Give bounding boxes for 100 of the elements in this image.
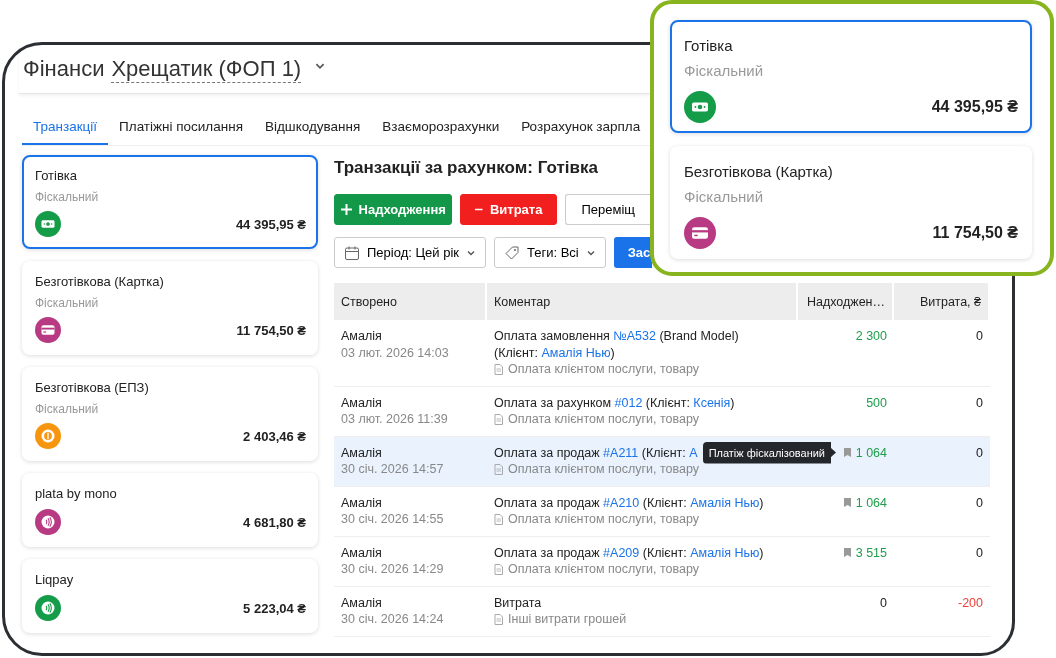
author-name: Амалія [341, 328, 383, 345]
author-name: Амалія [341, 544, 383, 561]
link[interactable]: Ксенія [693, 395, 731, 410]
category-label: Оплата клієнтом послуги, товару [508, 511, 700, 528]
apply-button[interactable]: Зас [613, 237, 653, 268]
link[interactable]: #A210 [603, 495, 640, 510]
account-name: Безготівкова (ЕПЗ) [35, 379, 150, 397]
account-balance: 11 754,50 ₴ [236, 322, 306, 338]
author-name: Амалія [341, 594, 383, 611]
account-subtitle: Фіскальний [35, 295, 100, 311]
column-header[interactable]: Коментар [487, 283, 798, 320]
expense-button[interactable]: Витрата [460, 194, 558, 225]
account-card[interactable]: Безготівкова (Картка) Фіскальний 11 754,50 ₴ [22, 261, 318, 355]
transfer-button[interactable]: Переміщ [565, 194, 650, 225]
expense-amount: 0 [976, 329, 983, 343]
account-card[interactable]: Безготівкова (ЕПЗ) Фіскальний 2 403,46 ₴ [22, 367, 318, 461]
author-name: Амалія [341, 494, 383, 511]
account-balance: 44 395,95 ₴ [235, 216, 306, 232]
account-card[interactable]: Liqpay 5 223,04 ₴ [22, 559, 318, 633]
income-amount: 0 [880, 594, 887, 611]
account-name: Готівка [35, 167, 79, 185]
account-name: plata by mono [35, 485, 118, 503]
created-date: 30 січ. 2026 14:29 [341, 561, 445, 578]
tooltip: Платіж фіскалізований [702, 441, 836, 464]
account-card[interactable]: Готівка Фіскальний 44 395,95 ₴ [670, 20, 1032, 133]
company-selector[interactable]: Хрещатик (ФОП 1) [111, 55, 302, 83]
income-amount: 1 064 [855, 444, 887, 461]
document-icon [494, 613, 503, 625]
document-icon [494, 463, 503, 475]
document-icon [494, 563, 503, 575]
comment-text: Оплата за продаж #A209 (Клієнт: Амалія Нью) [494, 544, 765, 561]
account-subtitle: Фіскальний [684, 61, 765, 81]
page-title: Фінанси [23, 56, 105, 82]
category-label: Інші витрати грошей [508, 611, 627, 628]
table-row[interactable]: Амалія 30 січ. 2026 14:57 Оплата за продаж #A211 (Клієнт: А Оплата клієнтом послуги, товару Платіж фіскалізований 1 064 0 [334, 436, 990, 487]
column-header[interactable]: Витрата, ₴ [894, 283, 990, 320]
table-row[interactable]: Амалія 03 лют. 2026 14:03 Оплата замовлення №A532 (Brand Model) (Клієнт: Амалія Нью) Оплата клієнтом послуги, товару 2 300 0 [334, 320, 990, 387]
tags-filter[interactable]: Теги: Всі [494, 237, 606, 268]
table-row[interactable]: Амалія 03 лют. 2026 11:39 Оплата за рахунком #012 (Клієнт: Ксенія) Оплата клієнтом послуги, товару 500 0 [334, 386, 990, 437]
created-date: 03 лют. 2026 14:03 [341, 344, 450, 361]
column-header[interactable]: Створено [334, 283, 487, 320]
period-filter[interactable]: Період: Цей рік [334, 237, 486, 268]
comment-text: Оплата за продаж #A210 (Клієнт: Амалія Нью) [494, 494, 765, 511]
category-label: Оплата клієнтом послуги, товару [508, 411, 700, 428]
income-amount: 3 515 [855, 544, 887, 561]
expense-amount: 0 [976, 545, 983, 560]
link[interactable]: #012 [614, 395, 643, 410]
author-name: Амалія [341, 444, 383, 461]
account-card[interactable]: plata by mono 4 681,80 ₴ [22, 473, 318, 547]
table-row[interactable]: Амалія 30 січ. 2026 14:24 Витрата Інші витрати грошей 0 -200 [334, 586, 990, 637]
tab[interactable]: Розрахунок зарпла [510, 110, 652, 145]
link[interactable]: №A532 [613, 329, 656, 343]
tag-icon [504, 244, 520, 261]
account-balance: 5 223,04 ₴ [243, 600, 306, 616]
section-heading: Транзакції за рахунком: Готівка [334, 157, 598, 179]
link[interactable]: А [689, 445, 698, 460]
account-name: Готівка [684, 36, 734, 56]
tab[interactable]: Транзакції [22, 110, 109, 145]
account-balance: 2 403,46 ₴ [243, 428, 306, 444]
comment-text: Оплата за рахунком #012 (Клієнт: Ксенія) [494, 394, 736, 411]
document-icon [494, 413, 503, 425]
link[interactable]: Амалія Нью [541, 345, 611, 360]
tab[interactable]: Платіжні посилання [108, 110, 254, 145]
link[interactable]: #A211 [603, 445, 639, 460]
income-amount: 2 300 [855, 328, 887, 345]
document-icon [494, 513, 503, 525]
category-label: Оплата клієнтом послуги, товару [508, 561, 700, 578]
created-date: 03 лют. 2026 11:39 [341, 411, 449, 428]
tab[interactable]: Відшкодування [254, 110, 372, 145]
account-subtitle: Фіскальний [684, 187, 765, 207]
document-icon [494, 363, 503, 375]
expense-amount: 0 [976, 395, 983, 410]
plus-icon [340, 204, 352, 215]
account-name: Liqpay [35, 571, 75, 589]
column-header[interactable]: Надходжен… [798, 283, 894, 320]
income-button[interactable]: Надходження [334, 194, 453, 225]
link[interactable]: #A209 [603, 545, 640, 560]
created-date: 30 січ. 2026 14:55 [341, 511, 445, 528]
calendar-icon [344, 244, 360, 261]
expense-amount: 0 [976, 495, 983, 510]
comment-text: Оплата замовлення №A532 (Brand Model) (Клієнт: Амалія Нью) [494, 328, 740, 361]
category-label: Оплата клієнтом послуги, товару [508, 361, 700, 378]
created-date: 30 січ. 2026 14:24 [341, 611, 445, 628]
table-row[interactable]: Амалія 30 січ. 2026 14:29 Оплата за продаж #A209 (Клієнт: Амалія Нью) Оплата клієнтом послуги, товару 3 515 0 [334, 536, 990, 587]
comment-text: Витрата [494, 594, 543, 611]
table-row[interactable]: Амалія 30 січ. 2026 14:55 Оплата за продаж #A210 (Клієнт: Амалія Нью) Оплата клієнтом послуги, товару 1 064 0 [334, 486, 990, 537]
link[interactable]: Амалія Нью [690, 545, 760, 560]
category-label: Оплата клієнтом послуги, товару [508, 461, 700, 478]
author-name: Амалія [341, 394, 383, 411]
expense-amount: -200 [957, 595, 983, 610]
tab[interactable]: Взаєморозрахунки [371, 110, 511, 145]
link[interactable]: Амалія Нью [690, 495, 760, 510]
account-subtitle: Фіскальний [35, 189, 100, 205]
income-amount: 1 064 [855, 494, 887, 511]
account-subtitle: Фіскальний [35, 401, 100, 417]
expense-amount: 0 [976, 445, 983, 460]
account-balance: 44 395,95 ₴ [931, 98, 1018, 116]
income-amount: 500 [866, 394, 887, 411]
account-card[interactable]: Безготівкова (Картка) Фіскальний 11 754,50 ₴ [670, 146, 1032, 259]
account-card[interactable]: Готівка Фіскальний 44 395,95 ₴ [22, 155, 318, 249]
